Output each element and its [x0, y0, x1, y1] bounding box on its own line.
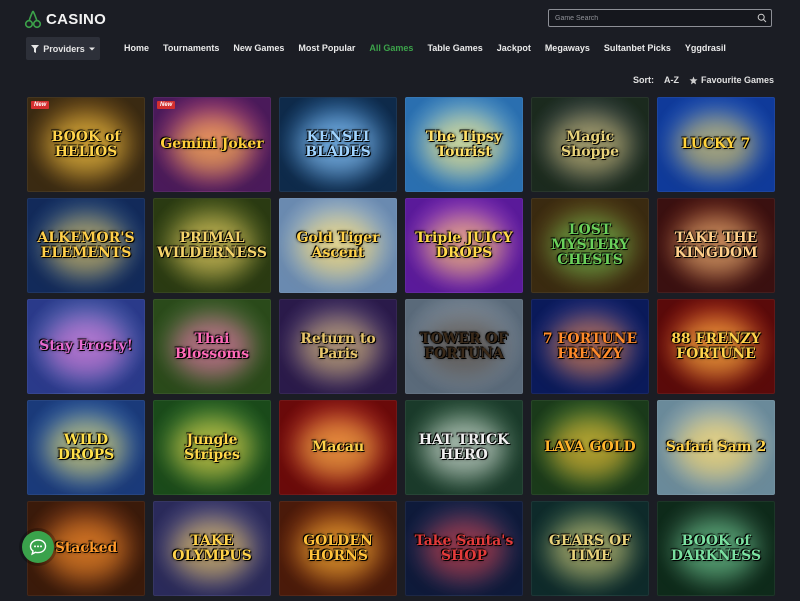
game-tile[interactable]: The Tipsy Tourist [405, 97, 523, 192]
brand-name: CASINO [46, 10, 107, 28]
game-tile[interactable]: New BOOK of HELIOS [27, 97, 145, 192]
game-title: Thai Blossoms [174, 330, 250, 362]
sort-bar: Sort: A-Z Favourite Games [633, 75, 774, 85]
game-title: PRIMAL WILDERNESS [157, 229, 267, 261]
game-tile[interactable]: Thai Blossoms [153, 299, 271, 394]
game-title: Jungle Stripes [184, 431, 240, 463]
game-title: TOWER OF FORTUNA [420, 330, 508, 362]
game-title: BOOK of DARKNESS [670, 532, 762, 564]
game-title: WILD DROPS [57, 431, 115, 463]
game-title: ALKEMOR'S ELEMENTS [37, 229, 135, 261]
game-title: BOOK of HELIOS [51, 128, 121, 160]
game-tile[interactable]: KENSEI BLADES [279, 97, 397, 192]
game-tile[interactable]: Magic Shoppe [531, 97, 649, 192]
game-title: Gemini Joker [160, 136, 264, 153]
nav-all-games[interactable]: All Games [369, 43, 413, 53]
game-tile[interactable]: TOWER OF FORTUNA [405, 299, 523, 394]
game-tile[interactable]: PRIMAL WILDERNESS [153, 198, 271, 293]
game-title: Take Santa's SHOP [414, 532, 514, 564]
category-nav: Home Tournaments New Games Most Popular … [124, 43, 740, 53]
chevron-down-icon [88, 47, 95, 50]
game-tile[interactable]: LOST MYSTERY CHESTS [531, 198, 649, 293]
game-title: GOLDEN HORNS [303, 532, 373, 564]
game-tile[interactable]: Jungle Stripes [153, 400, 271, 495]
game-tile[interactable]: Gold Tiger Ascent [279, 198, 397, 293]
game-title: TAKE OLYMPUS [172, 532, 252, 564]
filter-icon [31, 44, 40, 53]
nav-megaways[interactable]: Megaways [545, 43, 590, 53]
game-title: Triple JUICY DROPS [415, 229, 513, 261]
game-title: Safari Sam 2 [665, 439, 767, 456]
search-icon[interactable] [757, 13, 767, 23]
game-tile[interactable]: Macau [279, 400, 397, 495]
favourite-games-label: Favourite Games [700, 75, 774, 85]
nav-yggdrasil[interactable]: Yggdrasil [685, 43, 726, 53]
game-tile[interactable]: ALKEMOR'S ELEMENTS [27, 198, 145, 293]
game-title: Return to Paris [300, 330, 376, 362]
game-tile[interactable]: Take Santa's SHOP [405, 501, 523, 596]
providers-label: Providers [43, 43, 85, 54]
game-title: GEARS OF TIME [548, 532, 632, 564]
nav-most-popular[interactable]: Most Popular [298, 43, 355, 53]
game-title: The Tipsy Tourist [426, 128, 502, 160]
game-title: Stay Frosty! [39, 338, 133, 355]
nav-jackpot[interactable]: Jackpot [497, 43, 531, 53]
game-tile[interactable]: Safari Sam 2 [657, 400, 775, 495]
nav-tournaments[interactable]: Tournaments [163, 43, 219, 53]
game-tile[interactable]: Stay Frosty! [27, 299, 145, 394]
new-badge: New [31, 101, 50, 109]
game-title: LUCKY 7 [681, 136, 751, 153]
star-icon [689, 75, 698, 84]
game-tile[interactable]: Triple JUICY DROPS [405, 198, 523, 293]
game-search[interactable] [548, 9, 772, 27]
game-title: Macau [311, 439, 365, 456]
casino-logo[interactable]: CASINO [24, 9, 106, 29]
game-tile[interactable]: TAKE THE KINGDOM [657, 198, 775, 293]
game-tile[interactable]: LUCKY 7 [657, 97, 775, 192]
game-title: HAT TRICK HERO [418, 431, 510, 463]
game-title: Gold Tiger Ascent [296, 229, 380, 261]
game-title: 7 FORTUNE FRENZY [542, 330, 638, 362]
new-badge: New [157, 101, 176, 109]
nav-new-games[interactable]: New Games [233, 43, 284, 53]
sort-az-button[interactable]: A-Z [664, 75, 679, 85]
game-tile[interactable]: HAT TRICK HERO [405, 400, 523, 495]
game-tile[interactable]: New Gemini Joker [153, 97, 271, 192]
search-input[interactable] [553, 14, 757, 22]
game-title: LOST MYSTERY CHESTS [551, 222, 629, 268]
game-title: TAKE THE KINGDOM [674, 229, 758, 261]
providers-dropdown[interactable]: Providers [26, 37, 100, 60]
game-tile[interactable]: TAKE OLYMPUS [153, 501, 271, 596]
game-tile[interactable]: 7 FORTUNE FRENZY [531, 299, 649, 394]
game-tile[interactable]: 88 FRENZY FORTUNE [657, 299, 775, 394]
game-tile[interactable]: LAVA GOLD [531, 400, 649, 495]
chat-icon [29, 539, 47, 556]
favourite-games-button[interactable]: Favourite Games [689, 75, 774, 85]
game-tile[interactable]: GEARS OF TIME [531, 501, 649, 596]
live-chat-button[interactable] [22, 531, 54, 563]
game-title: KENSEI BLADES [305, 128, 371, 160]
nav-home[interactable]: Home [124, 43, 149, 53]
game-title: Stacked [54, 540, 118, 557]
game-grid: New BOOK of HELIOS New Gemini Joker KENSEI B… [27, 97, 775, 596]
game-tile[interactable]: BOOK of DARKNESS [657, 501, 775, 596]
nav-table-games[interactable]: Table Games [427, 43, 482, 53]
game-title: 88 FRENZY FORTUNE [671, 330, 761, 362]
sort-label: Sort: [632, 75, 654, 85]
game-title: LAVA GOLD [544, 439, 636, 456]
game-tile[interactable]: GOLDEN HORNS [279, 501, 397, 596]
game-tile[interactable]: WILD DROPS [27, 400, 145, 495]
nav-sultanbet-picks[interactable]: Sultanbet Picks [604, 43, 671, 53]
cherry-logo-icon [24, 10, 42, 29]
game-title: Magic Shoppe [560, 128, 620, 160]
game-tile[interactable]: Return to Paris [279, 299, 397, 394]
